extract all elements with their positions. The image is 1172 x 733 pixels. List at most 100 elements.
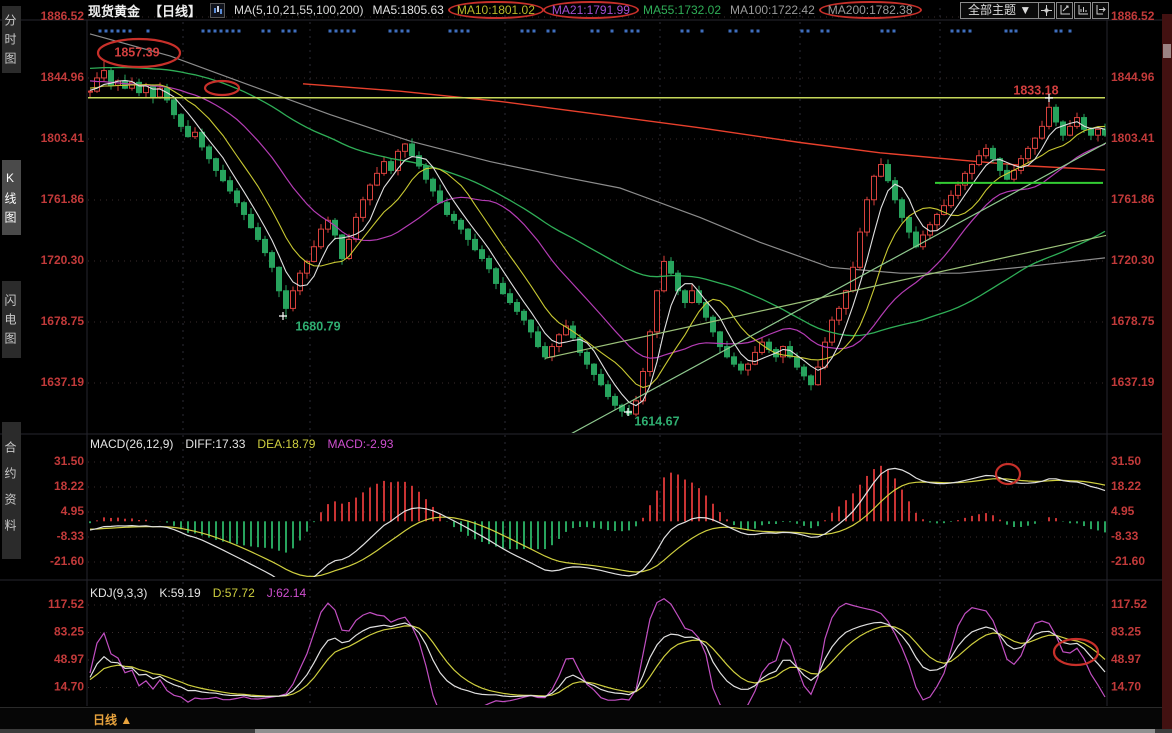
candle-body [452, 214, 457, 220]
candle-body [382, 162, 387, 174]
candle-body [1026, 148, 1031, 158]
macd-diff-line [90, 468, 1105, 586]
axis-tick-label: 1678.75 [41, 314, 85, 328]
sidebar-tab-contract-info[interactable]: 合约资料 [2, 422, 21, 559]
event-dot [751, 30, 754, 33]
macd-dea-value: DEA:18.79 [257, 437, 315, 451]
ma21-value-circled: MA21:1791.99 [543, 1, 639, 19]
axis-tick-label: 83.25 [1111, 625, 1141, 639]
axis-tick-label: -8.33 [1111, 529, 1139, 543]
candle-body [732, 357, 737, 364]
event-dot [467, 30, 470, 33]
candle-body [403, 144, 408, 151]
event-dot [347, 30, 350, 33]
ma100-line [90, 34, 1105, 273]
all-themes-dropdown[interactable]: 全部主题 ▼ [960, 2, 1039, 19]
candle-body [466, 229, 471, 239]
candle-body [935, 214, 940, 224]
candle-body [207, 147, 212, 159]
event-dot [591, 30, 594, 33]
candle-body [606, 385, 611, 397]
export-pane-button[interactable] [1092, 2, 1109, 19]
all-themes-label: 全部主题 [968, 3, 1016, 17]
event-dot [294, 30, 297, 33]
export-arrow-icon [1095, 5, 1106, 16]
event-dot [597, 30, 600, 33]
chart-pane-button[interactable] [1074, 2, 1091, 19]
chart-header: 现货黄金 【日线】 MA(5,10,21,55,100,200) MA5:180… [88, 0, 917, 20]
candle-body [683, 291, 688, 303]
candle-body [1040, 126, 1045, 138]
candle-body [515, 303, 520, 312]
candle-body [235, 191, 240, 203]
axis-tick-label: 1720.30 [1111, 253, 1155, 267]
candle-body [193, 132, 198, 136]
candle-body [228, 181, 233, 191]
red-circle-annotation [1054, 639, 1098, 665]
candle-body [354, 217, 359, 239]
axis-tick-label: 1637.19 [41, 375, 85, 389]
axis-tick-label: 1803.41 [41, 131, 85, 145]
crosshair-icon [1041, 5, 1052, 16]
kdj-j-value: J:62.14 [267, 586, 306, 600]
trading-app-window: 1886.521886.521844.961844.961803.411803.… [0, 0, 1172, 733]
event-dot [681, 30, 684, 33]
event-dot [282, 30, 285, 33]
axis-tick-label: 1678.75 [1111, 314, 1155, 328]
candle-body [1089, 129, 1094, 135]
macd-diff-value: DIFF:17.33 [185, 437, 245, 451]
horizontal-scrollbar-thumb[interactable] [255, 729, 1155, 733]
symbol-name: 现货黄金 [88, 1, 140, 20]
axis-tick-label: 4.95 [1111, 504, 1135, 518]
candle-body [739, 364, 744, 370]
event-dot [969, 30, 972, 33]
event-dot [105, 30, 108, 33]
event-dot [827, 30, 830, 33]
axis-scale-icon [1059, 5, 1070, 16]
candle-body [550, 347, 555, 357]
sidebar-tab-timeshare[interactable]: 分时图 [2, 6, 21, 73]
sidebar-tab-kline[interactable]: K线图 [2, 160, 21, 235]
time-axis-bar [0, 707, 1172, 730]
vertical-scrollbar[interactable] [1162, 14, 1172, 733]
candle-body [522, 311, 527, 320]
candle-body [949, 195, 954, 205]
period-selector[interactable]: 日线 ▲ [93, 711, 132, 728]
candle-body [123, 81, 128, 88]
horizontal-scrollbar[interactable] [0, 729, 1172, 733]
event-dot [1015, 30, 1018, 33]
axis-tick-label: 18.22 [54, 479, 84, 493]
event-dot [887, 30, 890, 33]
candle-body [291, 291, 296, 309]
ma200-value-circled: MA200:1782.38 [819, 1, 922, 19]
sidebar-tab-lightning[interactable]: 闪电图 [2, 281, 21, 358]
candle-body [795, 357, 800, 367]
event-dot [801, 30, 804, 33]
event-dot [951, 30, 954, 33]
candle-body [508, 294, 513, 303]
mini-chart-icon[interactable] [210, 3, 225, 18]
chart-canvas: 1886.521886.521844.961844.961803.411803.… [0, 0, 1172, 733]
candle-body [389, 162, 394, 171]
event-dot [625, 30, 628, 33]
event-dot [1069, 30, 1072, 33]
event-dot [389, 30, 392, 33]
dropdown-arrow-icon: ▼ [1019, 3, 1031, 17]
price-annotation: 1833.18 [1013, 83, 1058, 97]
axis-tick-label: 14.70 [1111, 680, 1141, 694]
candle-body [648, 332, 653, 372]
axis-tick-label: 1720.30 [41, 253, 85, 267]
event-dot [881, 30, 884, 33]
axis-scale-button[interactable] [1056, 2, 1073, 19]
candle-body [753, 352, 758, 364]
annotations-layer: 1857.391833.181680.791614.67 [98, 39, 1098, 665]
candle-body [249, 214, 254, 227]
candle-body [1012, 170, 1017, 179]
candle-body [298, 273, 303, 291]
candle-body [151, 85, 156, 97]
crosshair-tool-button[interactable] [1038, 2, 1055, 19]
vertical-scrollbar-thumb[interactable] [1163, 44, 1171, 58]
candle-body [1082, 118, 1087, 130]
event-dot [123, 30, 126, 33]
event-dot [329, 30, 332, 33]
